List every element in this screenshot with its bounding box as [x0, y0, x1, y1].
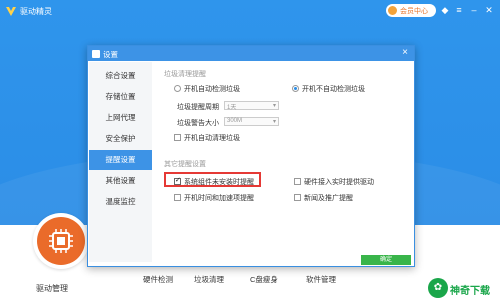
sidebar-item-reminder[interactable]: 提醒设置 — [89, 150, 152, 170]
auto-clean-checkbox[interactable]: 开机自动清理垃圾 — [174, 133, 240, 143]
settings-sidebar: 综合设置 存储位置 上网代理 安全保护 提醒设置 其他设置 温度监控 — [89, 62, 152, 262]
nav-hardware-detect[interactable]: 硬件检测 — [143, 274, 173, 285]
nav-junk-clean[interactable]: 垃圾清理 — [194, 274, 224, 285]
sidebar-item-general[interactable]: 综合设置 — [89, 66, 152, 86]
section-junk-reminder-title: 垃圾清理提醒 — [164, 71, 206, 78]
nav-driver-manage[interactable]: 驱动管理 — [36, 283, 68, 294]
dialog-title: 设置 — [103, 50, 118, 59]
sidebar-item-temperature[interactable]: 温度监控 — [89, 192, 152, 212]
vip-center-label: 会员中心 — [400, 8, 428, 15]
nav-c-drive-slim[interactable]: C盘瘦身 — [250, 274, 278, 285]
sidebar-item-other[interactable]: 其他设置 — [89, 171, 152, 191]
auto-clean-label: 开机自动清理垃圾 — [184, 135, 240, 142]
app-title: 驱动精灵 — [20, 7, 52, 16]
size-value: 300M — [227, 118, 243, 124]
app-logo-icon — [6, 7, 16, 16]
dialog-close-button[interactable]: × — [402, 47, 408, 58]
watermark-text: 神奇下载 — [450, 286, 490, 297]
size-select[interactable]: 300M ▾ — [224, 117, 279, 126]
chevron-down-icon: ▾ — [272, 103, 276, 109]
watermark-logo-icon: ✿ — [428, 278, 448, 298]
boot-speed-checkbox[interactable]: 开机时间和加速项提醒 — [174, 193, 254, 203]
hardware-insert-checkbox[interactable]: 硬件接入实时提供驱动 — [294, 177, 374, 187]
radio-auto-detect[interactable]: 开机自动检测垃圾 — [174, 84, 240, 94]
settings-dialog: 设置 × 综合设置 存储位置 上网代理 安全保护 提醒设置 其他设置 温度监控 … — [87, 45, 415, 267]
checkbox[interactable] — [294, 194, 301, 201]
checkbox[interactable] — [294, 178, 301, 185]
radio-no-auto-detect-label: 开机不自动检测垃圾 — [302, 86, 365, 93]
checkbox[interactable] — [174, 194, 181, 201]
boot-speed-label: 开机时间和加速项提醒 — [184, 195, 254, 202]
driver-manage-icon — [37, 217, 85, 265]
chevron-down-icon: ▾ — [272, 119, 276, 125]
size-label: 垃圾警告大小 — [177, 120, 219, 127]
watermark: ✿ 神奇下载 — [428, 278, 498, 300]
minimize-button[interactable]: – — [469, 5, 479, 15]
settings-content: 垃圾清理提醒 开机自动检测垃圾 开机不自动检测垃圾 垃圾提醒周期 1天 ▾ 垃圾警… — [152, 62, 414, 266]
settings-icon — [92, 50, 100, 58]
radio-button[interactable] — [174, 85, 181, 92]
highlight-box — [164, 172, 261, 187]
hardware-insert-label: 硬件接入实时提供驱动 — [304, 179, 374, 186]
gamepad-icon[interactable]: ◆ — [440, 5, 450, 15]
title-bar: 驱动精灵 会员中心 ◆ ≡ – ✕ — [0, 0, 500, 22]
period-label: 垃圾提醒周期 — [177, 104, 219, 111]
news-label: 新闻及推广提醒 — [304, 195, 353, 202]
news-checkbox[interactable]: 新闻及推广提醒 — [294, 193, 353, 203]
sidebar-item-storage[interactable]: 存储位置 — [89, 87, 152, 107]
period-select[interactable]: 1天 ▾ — [224, 101, 279, 111]
radio-no-auto-detect[interactable]: 开机不自动检测垃圾 — [292, 84, 365, 94]
driver-manage-button[interactable] — [33, 213, 89, 269]
nav-software-manage[interactable]: 软件管理 — [306, 274, 336, 285]
vip-center-button[interactable]: 会员中心 — [386, 4, 436, 17]
radio-button-selected[interactable] — [292, 85, 299, 92]
checkbox[interactable] — [174, 134, 181, 141]
dialog-title-bar: 设置 × — [88, 46, 414, 61]
section-other-reminder-title: 其它提醒设置 — [164, 161, 206, 168]
avatar — [388, 6, 397, 15]
period-value: 1天 — [227, 105, 237, 111]
radio-auto-detect-label: 开机自动检测垃圾 — [184, 86, 240, 93]
chip-icon — [49, 229, 73, 253]
close-button[interactable]: ✕ — [484, 5, 494, 15]
sidebar-item-security[interactable]: 安全保护 — [89, 129, 152, 149]
menu-icon[interactable]: ≡ — [454, 5, 464, 15]
sidebar-item-proxy[interactable]: 上网代理 — [89, 108, 152, 128]
ok-button[interactable]: 确定 — [361, 255, 411, 265]
